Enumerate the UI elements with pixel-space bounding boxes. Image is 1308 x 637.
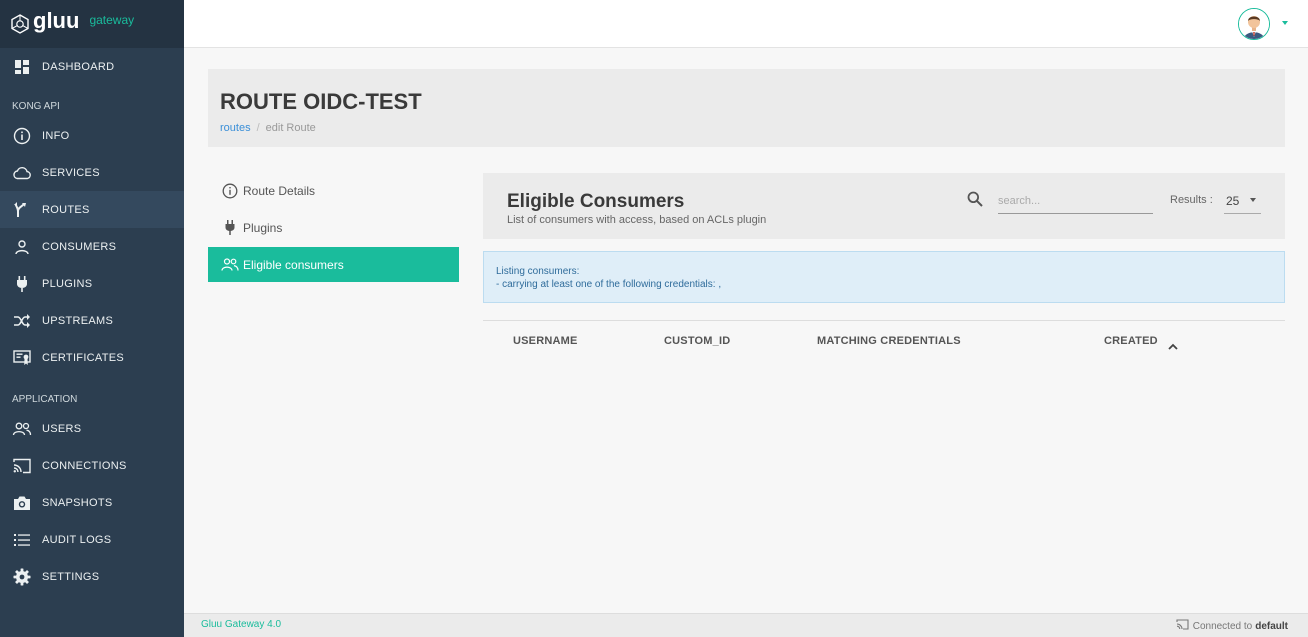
sidebar-item-audit-logs[interactable]: AUDIT LOGS bbox=[0, 521, 184, 558]
sidebar-item-upstreams[interactable]: UPSTREAMS bbox=[0, 302, 184, 339]
cast-icon bbox=[1176, 619, 1189, 633]
results-per-page-value: 25 bbox=[1226, 194, 1240, 208]
breadcrumb-separator: / bbox=[256, 122, 260, 134]
sidebar-item-label: SERVICES bbox=[42, 166, 100, 179]
plug-icon bbox=[12, 274, 32, 294]
search-input[interactable] bbox=[998, 189, 1153, 214]
subnav-label: Route Details bbox=[243, 183, 316, 198]
info-icon bbox=[221, 182, 239, 200]
column-username[interactable]: USERNAME bbox=[513, 335, 578, 347]
alert-line: Listing consumers: bbox=[496, 266, 580, 277]
footer-connected-label: Connected to bbox=[1192, 620, 1253, 632]
info-alert: Listing consumers: - carrying at least o… bbox=[483, 251, 1285, 303]
column-matching-credentials: MATCHING CREDENTIALS bbox=[817, 335, 961, 347]
sidebar-item-services[interactable]: SERVICES bbox=[0, 154, 184, 191]
dashboard-icon bbox=[12, 57, 32, 77]
page-header: ROUTE OIDC-TEST routes / edit Route bbox=[208, 69, 1285, 147]
routes-icon bbox=[12, 200, 32, 220]
results-per-page-select[interactable]: 25 bbox=[1224, 188, 1261, 214]
info-icon bbox=[12, 126, 32, 146]
sidebar-item-label: USERS bbox=[42, 422, 82, 435]
panel-header: Eligible Consumers List of consumers wit… bbox=[483, 173, 1285, 239]
footer-connection: Connected to default bbox=[1176, 619, 1288, 633]
sidebar-item-snapshots[interactable]: SNAPSHOTS bbox=[0, 484, 184, 521]
sidebar-item-label: UPSTREAMS bbox=[42, 314, 114, 327]
panel-subtitle: List of consumers with access, based on … bbox=[507, 214, 767, 226]
certificate-icon bbox=[12, 348, 32, 368]
sidebar-item-users[interactable]: USERS bbox=[0, 410, 184, 447]
shuffle-icon bbox=[12, 311, 32, 331]
breadcrumb-routes-link[interactable]: routes bbox=[220, 122, 251, 134]
brand[interactable]: gluu gateway bbox=[0, 0, 184, 48]
brand-name: gluu bbox=[33, 8, 80, 33]
page-title: ROUTE OIDC-TEST bbox=[220, 89, 422, 114]
eligible-consumers-panel: Eligible Consumers List of consumers wit… bbox=[483, 173, 1285, 360]
footer: Gluu Gateway 4.0 Connected to default bbox=[184, 613, 1308, 637]
subnav-label: Plugins bbox=[243, 220, 283, 235]
subnav-eligible-consumers[interactable]: Eligible consumers bbox=[208, 247, 459, 282]
sidebar-item-label: PLUGINS bbox=[42, 277, 93, 290]
sidebar-item-certificates[interactable]: CERTIFICATES bbox=[0, 339, 184, 376]
sidebar-item-label: AUDIT LOGS bbox=[42, 533, 112, 546]
alert-line: - carrying at least one of the following… bbox=[496, 279, 722, 290]
user-avatar-icon bbox=[1239, 9, 1269, 39]
breadcrumb: routes / edit Route bbox=[220, 122, 316, 134]
sidebar-item-dashboard[interactable]: DASHBOARD bbox=[0, 48, 184, 85]
plug-icon bbox=[221, 219, 239, 237]
avatar-caret-icon[interactable] bbox=[1282, 21, 1288, 25]
camera-icon bbox=[12, 493, 32, 513]
sidebar-item-settings[interactable]: SETTINGS bbox=[0, 558, 184, 595]
chevron-down-icon bbox=[1250, 198, 1256, 202]
top-bar bbox=[184, 0, 1308, 48]
cast-icon bbox=[12, 456, 32, 476]
results-label: Results : bbox=[1170, 194, 1213, 206]
column-custom-id[interactable]: CUSTOM_ID bbox=[664, 335, 730, 347]
cloud-icon bbox=[12, 163, 32, 183]
footer-connection-name[interactable]: default bbox=[1255, 621, 1288, 632]
footer-version: Gluu Gateway 4.0 bbox=[201, 619, 282, 630]
consumers-table-header: USERNAME CUSTOM_ID MATCHING CREDENTIALS … bbox=[483, 320, 1285, 360]
subnav-plugins[interactable]: Plugins bbox=[208, 210, 459, 245]
user-icon bbox=[12, 237, 32, 257]
sidebar-section-application: APPLICATION bbox=[12, 394, 78, 405]
sidebar-item-label: SNAPSHOTS bbox=[42, 496, 113, 509]
subnav-label: Eligible consumers bbox=[243, 257, 344, 272]
brand-tagline: gateway bbox=[89, 13, 135, 27]
panel-title: Eligible Consumers bbox=[507, 191, 685, 212]
sidebar-item-consumers[interactable]: CONSUMERS bbox=[0, 228, 184, 265]
gear-icon bbox=[12, 567, 32, 587]
users-icon bbox=[12, 419, 32, 439]
sidebar-item-plugins[interactable]: PLUGINS bbox=[0, 265, 184, 302]
sidebar-item-label: INFO bbox=[42, 129, 70, 142]
sidebar: gluu gateway DASHBOARD KONG API INFO SER… bbox=[0, 0, 184, 637]
gluu-logo-icon bbox=[11, 14, 29, 34]
sidebar-item-connections[interactable]: CONNECTIONS bbox=[0, 447, 184, 484]
sort-ascending-icon[interactable] bbox=[1168, 337, 1178, 355]
search-icon bbox=[967, 191, 983, 212]
sidebar-item-label: CERTIFICATES bbox=[42, 351, 125, 364]
sidebar-item-routes[interactable]: ROUTES bbox=[0, 191, 184, 228]
sidebar-item-label: CONNECTIONS bbox=[42, 459, 127, 472]
sidebar-item-label: CONSUMERS bbox=[42, 240, 117, 253]
sidebar-section-kong: KONG API bbox=[12, 101, 60, 112]
breadcrumb-current: edit Route bbox=[265, 122, 316, 134]
column-created[interactable]: CREATED bbox=[1104, 335, 1158, 347]
subnav-route-details[interactable]: Route Details bbox=[208, 173, 459, 208]
sidebar-item-label: SETTINGS bbox=[42, 570, 100, 583]
users-icon bbox=[221, 256, 239, 274]
list-icon bbox=[12, 530, 32, 550]
sidebar-item-info[interactable]: INFO bbox=[0, 117, 184, 154]
sidebar-item-label: ROUTES bbox=[42, 203, 90, 216]
route-subnav: Route Details Plugins Eligible consumers bbox=[208, 173, 459, 284]
sidebar-item-label: DASHBOARD bbox=[42, 60, 115, 73]
avatar[interactable] bbox=[1238, 8, 1270, 40]
